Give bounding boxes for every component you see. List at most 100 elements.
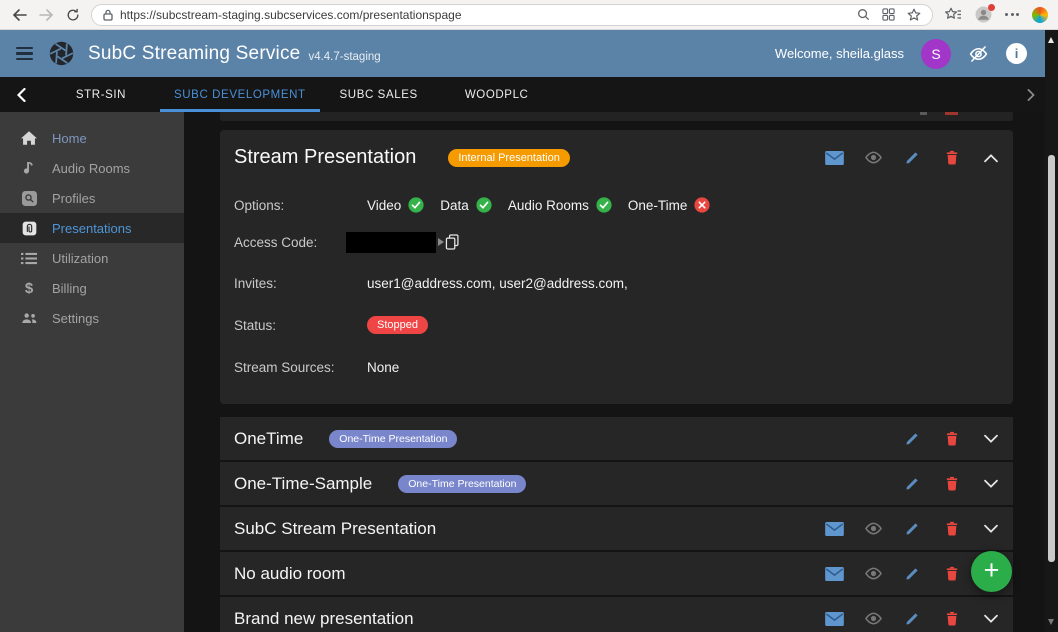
eye-icon[interactable] [864, 609, 883, 628]
delete-icon[interactable] [942, 474, 961, 493]
expand-icon[interactable] [981, 609, 1000, 628]
profile-search-icon [20, 191, 38, 206]
edit-icon[interactable] [903, 519, 922, 538]
collapse-icon[interactable] [981, 148, 1000, 167]
music-note-icon [20, 160, 38, 176]
organization-tab-bar: STR-SIN SUBC DEVELOPMENT SUBC SALES WOOD… [0, 77, 1045, 112]
app-version: v4.4.7-staging [308, 51, 380, 63]
delete-icon[interactable] [942, 519, 961, 538]
edit-icon[interactable] [903, 564, 922, 583]
delete-icon[interactable] [942, 148, 961, 167]
tab-str-sin[interactable]: STR-SIN [42, 77, 160, 112]
split-screen-icon[interactable] [882, 8, 895, 21]
mail-icon[interactable] [825, 609, 844, 628]
browser-menu-icon[interactable] [1005, 13, 1019, 16]
presentation-row-onetime[interactable]: OneTime One-Time Presentation [220, 417, 1013, 460]
sidebar-item-settings[interactable]: Settings [0, 303, 184, 333]
address-bar[interactable]: https://subcstream-staging.subcservices.… [91, 4, 933, 26]
visibility-off-icon[interactable] [968, 45, 989, 63]
delete-icon[interactable] [942, 609, 961, 628]
browser-refresh-button[interactable] [64, 6, 82, 24]
status-field: Status: Stopped [220, 314, 1013, 336]
field-label: Options: [234, 198, 367, 213]
presentations-page: Stream Presentation Internal Presentatio… [184, 112, 1045, 632]
edit-icon[interactable] [903, 609, 922, 628]
presentation-row-brand-new-presentation[interactable]: Brand new presentation [220, 597, 1013, 632]
partial-row-above [220, 112, 1013, 121]
stream-sources-value: None [367, 360, 399, 375]
sidebar-item-profiles[interactable]: Profiles [0, 183, 184, 213]
dollar-icon: $ [20, 280, 38, 297]
user-avatar[interactable]: S [921, 39, 951, 69]
check-circle-icon [476, 197, 492, 213]
tab-subc-development[interactable]: SUBC DEVELOPMENT [160, 77, 320, 112]
internal-presentation-badge: Internal Presentation [448, 149, 570, 167]
scrollbar-thumb[interactable] [1048, 155, 1055, 562]
one-time-presentation-badge: One-Time Presentation [398, 475, 526, 493]
scrollbar-up-arrow-icon[interactable] [1048, 37, 1054, 43]
copy-icon[interactable] [438, 234, 459, 250]
mail-icon[interactable] [825, 148, 844, 167]
presentation-row-subc-stream-presentation[interactable]: SubC Stream Presentation [220, 507, 1013, 550]
sidebar-item-label: Audio Rooms [52, 161, 130, 176]
delete-icon[interactable] [942, 429, 961, 448]
sidebar-item-utilization[interactable]: Utilization [0, 243, 184, 273]
mail-icon[interactable] [825, 564, 844, 583]
stream-sources-field: Stream Sources: None [220, 356, 1013, 378]
edit-icon[interactable] [903, 148, 922, 167]
sidebar-item-audio-rooms[interactable]: Audio Rooms [0, 153, 184, 183]
expand-icon[interactable] [981, 519, 1000, 538]
add-presentation-button[interactable]: + [971, 551, 1012, 592]
info-icon[interactable]: i [1006, 43, 1027, 64]
field-label: Invites: [234, 276, 367, 291]
search-icon[interactable] [857, 8, 870, 21]
edit-icon[interactable] [903, 429, 922, 448]
option-audio-rooms: Audio Rooms [508, 197, 612, 213]
screen: https://subcstream-staging.subcservices.… [0, 0, 1058, 632]
copilot-icon[interactable] [1032, 7, 1048, 23]
invites-field: Invites: user1@address.com, user2@addres… [220, 272, 1013, 294]
presentation-list: OneTime One-Time Presentation [220, 417, 1013, 632]
eye-icon[interactable] [864, 519, 883, 538]
profile-notification-dot [988, 4, 995, 11]
browser-profile-avatar[interactable] [975, 6, 992, 23]
app-window: SubC Streaming Service v4.4.7-staging We… [0, 30, 1058, 632]
cross-circle-icon [694, 197, 710, 213]
tabs-scroll-left-icon[interactable] [0, 77, 42, 112]
sidebar-item-label: Billing [52, 281, 87, 296]
favorite-star-icon[interactable] [907, 8, 921, 22]
edit-icon[interactable] [903, 474, 922, 493]
tab-woodplc[interactable]: WOODPLC [438, 77, 556, 112]
expand-icon[interactable] [981, 429, 1000, 448]
sidebar-item-presentations[interactable]: Presentations [0, 213, 184, 243]
lock-icon [103, 9, 113, 21]
sidebar-item-home[interactable]: Home [0, 123, 184, 153]
option-label: Video [367, 198, 401, 213]
tabs-scroll-right-icon[interactable] [1017, 77, 1045, 112]
browser-forward-button[interactable] [37, 6, 55, 24]
home-icon [20, 131, 38, 145]
hamburger-menu-icon[interactable] [14, 45, 35, 63]
delete-icon[interactable] [942, 564, 961, 583]
clipped-icon-sliver [920, 112, 927, 115]
presentation-row-no-audio-room[interactable]: No audio room [220, 552, 1013, 595]
presentation-title: SubC Stream Presentation [234, 519, 436, 539]
presentation-row-one-time-sample[interactable]: One-Time-Sample One-Time Presentation [220, 462, 1013, 505]
sidebar-item-billing[interactable]: $ Billing [0, 273, 184, 303]
tab-subc-sales[interactable]: SUBC SALES [320, 77, 438, 112]
sidebar-item-label: Presentations [52, 221, 132, 236]
favorites-bar-icon[interactable] [945, 7, 962, 22]
option-label: Data [440, 198, 469, 213]
eye-icon[interactable] [864, 148, 883, 167]
expand-icon[interactable] [981, 474, 1000, 493]
page-scrollbar[interactable] [1045, 30, 1058, 632]
browser-back-button[interactable] [10, 6, 28, 24]
scrollbar-down-arrow-icon[interactable] [1048, 619, 1054, 625]
option-one-time: One-Time [628, 197, 711, 213]
welcome-text: Welcome, sheila.glass [775, 46, 904, 61]
mail-icon[interactable] [825, 519, 844, 538]
list-icon [20, 252, 38, 265]
app-title: SubC Streaming Service [88, 43, 300, 65]
sidebar-item-label: Home [52, 131, 87, 146]
eye-icon[interactable] [864, 564, 883, 583]
